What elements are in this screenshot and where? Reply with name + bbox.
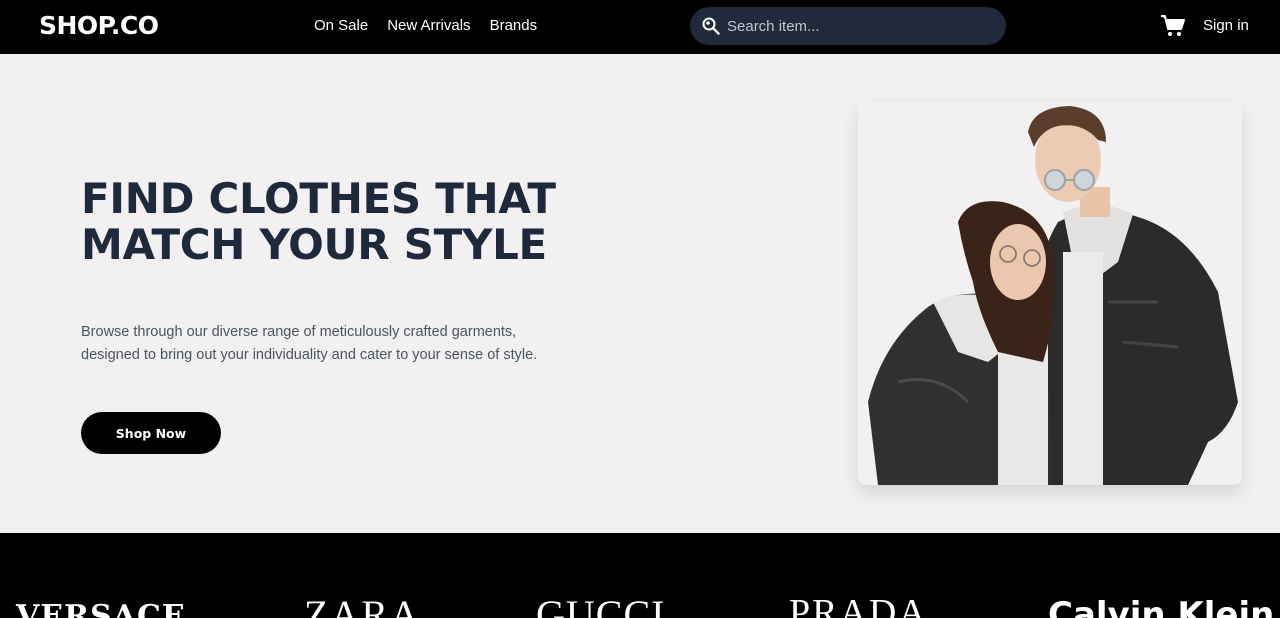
brand-logo-gucci[interactable]: GUCCI [536,591,665,618]
search-bar [690,7,1006,45]
nav-links: On Sale New Arrivals Brands [314,17,537,34]
hero-image [858,102,1242,485]
hero-description: Browse through our diverse range of meti… [81,324,538,363]
search-input[interactable] [727,17,987,35]
brand-logo-calvin-klein[interactable]: Calvin Klein [1048,595,1274,618]
brand-strip: VERSACE ZARA GUCCI PRADA Calvin Klein [0,533,1280,618]
hero-title: FIND CLOTHES THAT MATCH YOUR STYLE [81,174,556,269]
site-logo[interactable]: SHOP.CO [39,11,159,40]
couple-illustration [858,102,1242,485]
nav-link-on-sale[interactable]: On Sale [314,17,368,34]
cart-icon[interactable] [1160,14,1186,38]
shop-now-button[interactable]: Shop Now [81,412,221,454]
brand-logo-prada[interactable]: PRADA [789,591,928,618]
hero-section: FIND CLOTHES THAT MATCH YOUR STYLE Brows… [0,54,1280,533]
brand-logo-versace[interactable]: VERSACE [16,599,186,618]
nav-link-brands[interactable]: Brands [490,17,538,34]
top-navbar: SHOP.CO On Sale New Arrivals Brands Sign… [0,0,1280,54]
sign-in-link[interactable]: Sign in [1203,17,1249,34]
search-icon [702,17,720,35]
nav-link-new-arrivals[interactable]: New Arrivals [387,17,470,34]
brand-logo-zara[interactable]: ZARA [304,591,421,618]
